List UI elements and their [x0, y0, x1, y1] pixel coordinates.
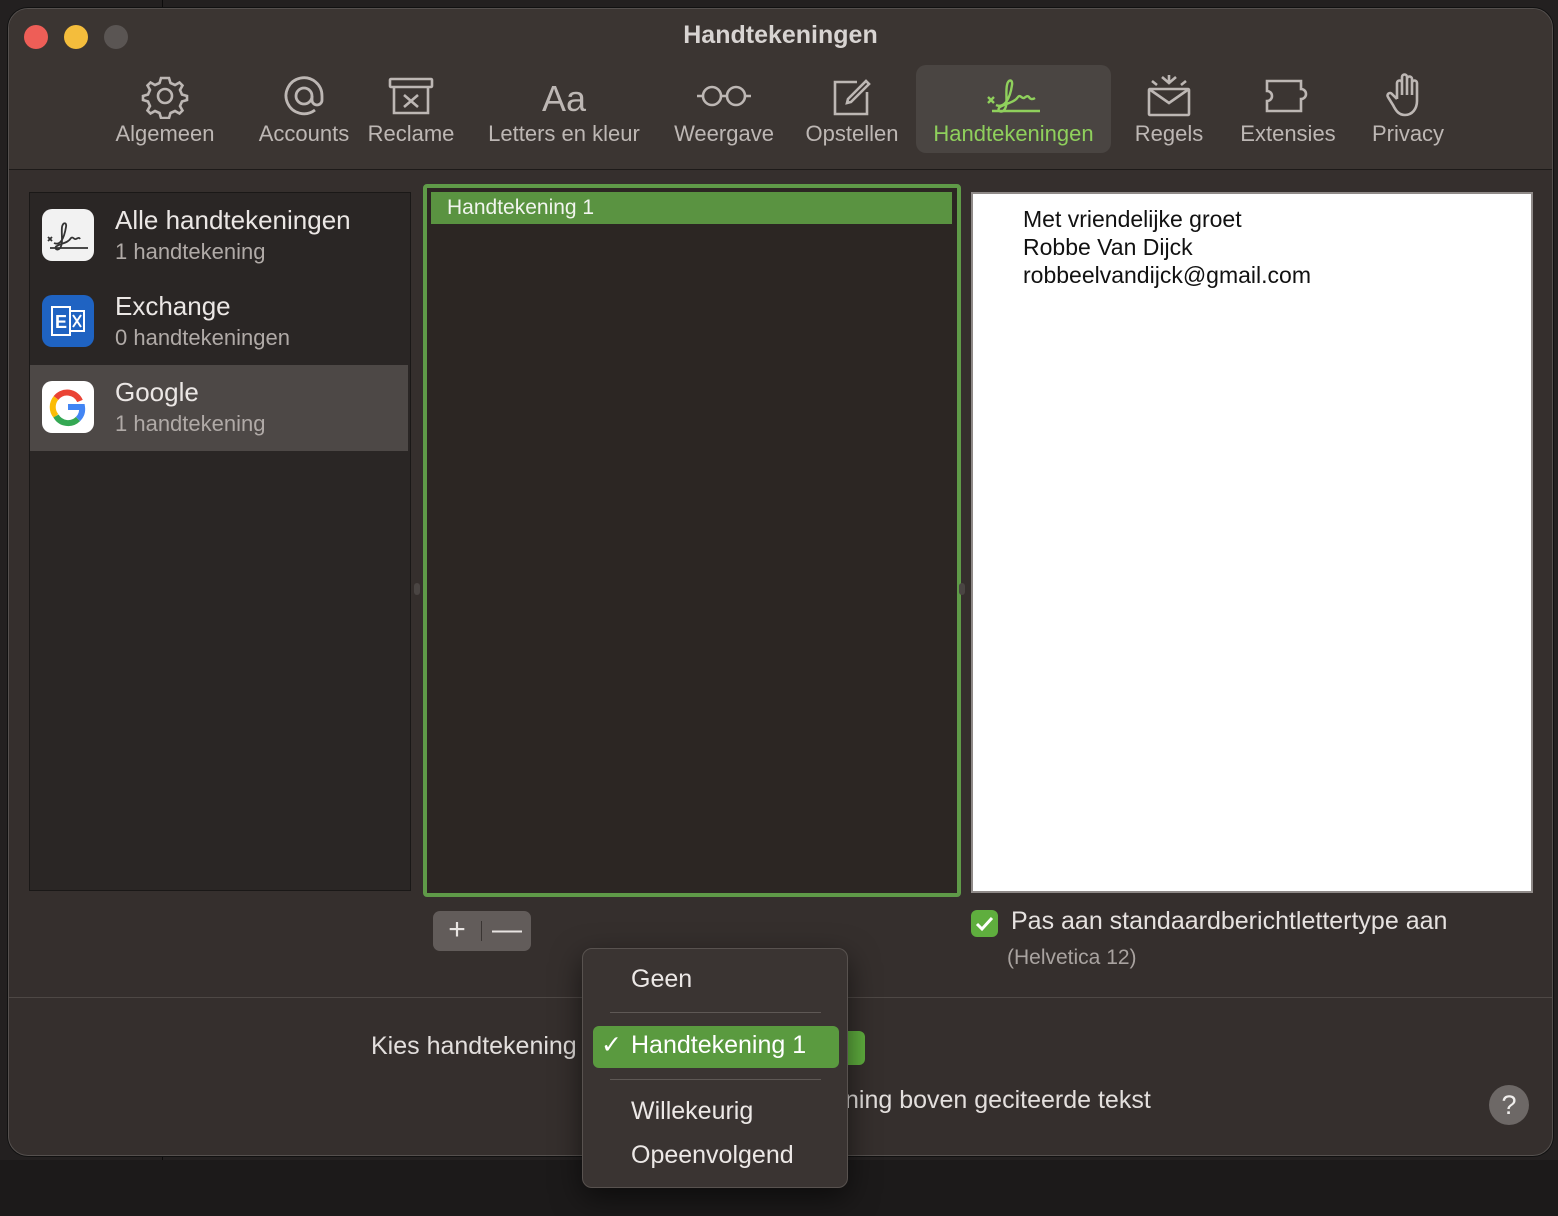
titlebar: Handtekeningen Algemeen Accounts Reclame…: [9, 9, 1552, 170]
preview-line: Robbe Van Dijck: [1023, 234, 1193, 260]
signature-item[interactable]: Handtekening 1: [431, 192, 952, 224]
accounts-list: Alle handtekeningen 1 handtekening E Exc…: [29, 192, 411, 891]
tab-handtekeningen[interactable]: Handtekeningen: [916, 65, 1111, 153]
window-title: Handtekeningen: [683, 21, 878, 49]
font-name: (Helvetica 12): [1007, 946, 1137, 969]
menu-item-label: Handtekening 1: [631, 1031, 807, 1059]
google-icon: [42, 381, 94, 433]
preview-line: robbeelvandijck@gmail.com: [1023, 262, 1311, 288]
signature-list: Handtekening 1: [423, 184, 961, 897]
checkmark-icon: [975, 916, 994, 932]
account-name: Google: [115, 377, 199, 407]
fonts-icon: Aa: [542, 78, 587, 119]
menu-item-willekeurig[interactable]: Willekeurig: [631, 1097, 753, 1126]
gear-icon: [141, 76, 189, 119]
tab-reclame[interactable]: Reclame: [359, 65, 463, 153]
junk-box-icon: [388, 77, 434, 115]
hand-icon: [1386, 73, 1419, 117]
tab-opstellen[interactable]: Opstellen: [793, 65, 911, 153]
choose-signature-label: Kies handtekening: [371, 1032, 577, 1060]
tab-label: Opstellen: [805, 121, 899, 146]
tab-privacy[interactable]: Privacy: [1359, 65, 1457, 153]
tab-letters-en-kleur[interactable]: Aa Letters en kleur: [476, 65, 652, 153]
divider: [481, 921, 482, 941]
signature-dropdown-menu: Geen ✓ Handtekening 1 Willekeurig Opeenv…: [582, 948, 848, 1188]
tab-label: Reclame: [367, 121, 455, 146]
account-item-alle[interactable]: Alle handtekeningen 1 handtekening: [30, 193, 408, 279]
tab-label: Extensies: [1240, 121, 1336, 146]
tab-regels[interactable]: Regels: [1121, 65, 1217, 153]
account-item-google[interactable]: Google 1 handtekening: [30, 365, 408, 451]
account-count: 0 handtekeningen: [115, 325, 290, 350]
tab-label: Handtekeningen: [933, 121, 1094, 146]
menu-item-handtekening-1[interactable]: ✓ Handtekening 1: [593, 1026, 839, 1068]
at-icon: [284, 76, 324, 116]
tab-label: Weergave: [674, 121, 774, 146]
font-checkbox-label[interactable]: Pas aan standaardberichtlettertype aan: [1011, 907, 1447, 936]
account-count: 1 handtekening: [115, 411, 266, 436]
menu-item-geen[interactable]: Geen: [631, 965, 692, 994]
add-remove-control: + —: [433, 911, 531, 951]
checkmark-icon: ✓: [601, 1031, 622, 1059]
tab-extensies[interactable]: Extensies: [1227, 65, 1349, 153]
tab-label: Regels: [1134, 121, 1204, 146]
tab-algemeen[interactable]: Algemeen: [103, 65, 227, 153]
place-above-quoted-label[interactable]: ning boven geciteerde tekst: [845, 1086, 1151, 1115]
account-name: Exchange: [115, 291, 231, 321]
svg-text:E: E: [55, 312, 67, 332]
help-button[interactable]: ?: [1489, 1085, 1529, 1125]
tab-accounts[interactable]: Accounts: [237, 65, 371, 153]
puzzle-icon: [1265, 79, 1308, 113]
split-handle[interactable]: [959, 583, 965, 595]
svg-text:Aa: Aa: [542, 78, 587, 119]
exchange-icon: E: [42, 295, 94, 347]
tab-label: Accounts: [258, 121, 350, 146]
split-handle[interactable]: [414, 583, 420, 595]
add-signature-button[interactable]: +: [433, 911, 481, 951]
menu-separator: [610, 1079, 821, 1080]
account-count: 1 handtekening: [115, 239, 266, 264]
account-name: Alle handtekeningen: [115, 205, 351, 235]
compose-icon: [833, 79, 871, 116]
glasses-icon: [697, 85, 751, 107]
menu-separator: [610, 1012, 821, 1013]
tab-label: Letters en kleur: [488, 121, 640, 146]
signature-preview[interactable]: Met vriendelijke groet Robbe Van Dijck r…: [971, 192, 1533, 893]
font-checkbox[interactable]: [971, 910, 998, 937]
menu-item-opeenvolgend[interactable]: Opeenvolgend: [631, 1141, 794, 1170]
preview-line: Met vriendelijke groet: [1023, 206, 1242, 232]
rules-envelope-icon: [1147, 75, 1191, 117]
tab-label: Algemeen: [115, 121, 215, 146]
tab-weergave[interactable]: Weergave: [665, 65, 783, 153]
account-item-exchange[interactable]: E Exchange 0 handtekeningen: [30, 279, 408, 365]
tab-label: Privacy: [1371, 121, 1445, 146]
signature-icon: [986, 79, 1040, 113]
signature-app-icon: [42, 209, 94, 261]
remove-signature-button[interactable]: —: [483, 911, 531, 951]
